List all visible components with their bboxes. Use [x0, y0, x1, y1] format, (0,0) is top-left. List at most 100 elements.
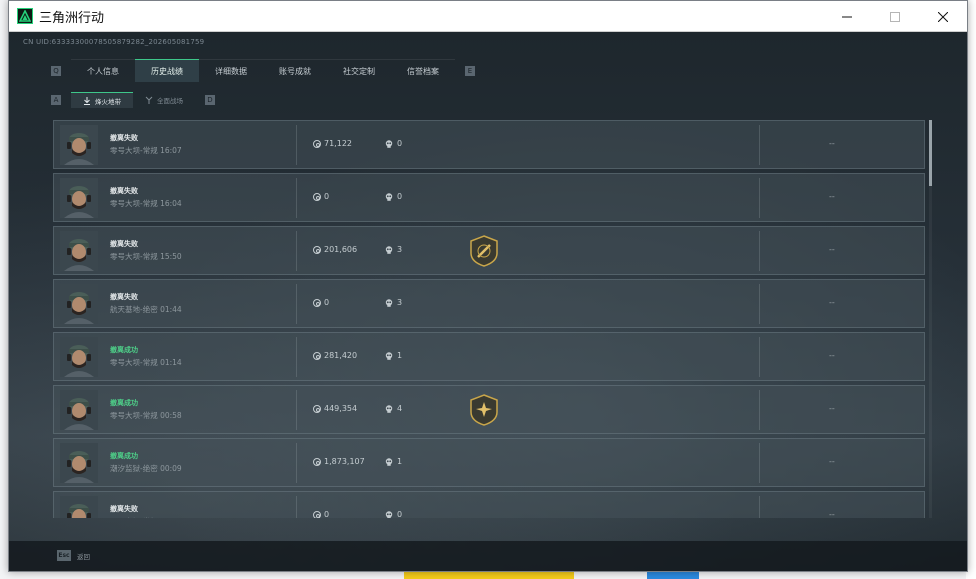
- skull-icon: [385, 404, 393, 413]
- match-kills: 0: [385, 139, 402, 148]
- value-text: 281,420: [324, 351, 358, 360]
- esc-key-hint[interactable]: Esc: [57, 550, 71, 561]
- tab-next-key[interactable]: E: [465, 65, 475, 76]
- match-map-time: 零号大坝-常规 00:58: [110, 411, 182, 420]
- uid-label: CN UID:633333000785058792​82_2026050817​…: [23, 38, 205, 46]
- kills-text: 1: [397, 457, 403, 466]
- slash-medal-icon: [469, 235, 499, 267]
- star-medal-icon: [469, 394, 499, 426]
- minimize-button[interactable]: [823, 1, 871, 32]
- close-icon: [938, 11, 948, 22]
- mode-tabs: A 烽火地带 全面战场 D: [51, 92, 215, 108]
- title-bar[interactable]: 三角洲行动: [9, 1, 967, 32]
- match-map-time: 航天基地-绝密 01:44: [110, 305, 182, 314]
- tab-personal-info[interactable]: 个人信息: [71, 59, 135, 82]
- match-outcome: 撤离成功: [110, 452, 138, 460]
- divider: [296, 390, 297, 430]
- match-map-time: 潮汐监狱-绝密 00:09: [110, 464, 182, 473]
- warfare-mode-icon: [145, 96, 153, 104]
- coin-icon: [313, 192, 321, 201]
- match-extra: --: [829, 510, 835, 518]
- tab-achievements[interactable]: 账号成就: [263, 59, 327, 82]
- match-row[interactable]: 撤离失败 航天基地-绝密 01:44 0 3 --: [53, 279, 925, 328]
- coin-icon: [313, 457, 321, 466]
- extraction-mode-icon: [84, 96, 90, 105]
- skull-icon: [385, 298, 393, 307]
- match-map-time: 零号大坝-常规 16:04: [110, 199, 182, 208]
- match-value: 449,354: [313, 404, 357, 413]
- divider: [296, 284, 297, 324]
- main-content: CN UID:633333000785058792​82_2026050817​…: [9, 32, 967, 571]
- match-value: 201,606: [313, 245, 357, 254]
- operator-avatar: [60, 337, 98, 377]
- operator-avatar: [60, 284, 98, 324]
- divider: [759, 231, 760, 271]
- value-text: 0: [324, 192, 330, 201]
- kills-text: 0: [397, 139, 403, 148]
- kills-text: 3: [397, 298, 403, 307]
- window-title: 三角洲行动: [39, 10, 105, 26]
- match-outcome: 撤离失败: [110, 505, 138, 513]
- match-row[interactable]: 撤离成功 潮汐监狱-绝密 00:09 1,873,107 1 --: [53, 438, 925, 487]
- match-extra: --: [829, 298, 835, 307]
- match-row[interactable]: 撤离成功 零号大坝-常规 01:14 281,420 1 --: [53, 332, 925, 381]
- tab-detailed-data[interactable]: 详细数据: [199, 59, 263, 82]
- kills-text: 1: [397, 351, 403, 360]
- kills-text: 0: [397, 510, 403, 518]
- divider: [759, 125, 760, 165]
- footer-bar: Esc 返回: [9, 541, 967, 571]
- divider: [296, 125, 297, 165]
- divider: [759, 496, 760, 518]
- match-outcome: 撤离失败: [110, 293, 138, 301]
- match-list[interactable]: 撤离失败 零号大坝-常规 16:07 71,122 0 -- 撤离失败 零号大坝…: [53, 120, 925, 518]
- coin-icon: [313, 510, 321, 518]
- subtab-extraction[interactable]: 烽火地带: [71, 92, 133, 108]
- divider: [759, 390, 760, 430]
- scroll-thumb[interactable]: [929, 120, 932, 186]
- app-logo-icon: [17, 8, 33, 24]
- match-row[interactable]: 撤离失败 零号大坝-常规 16:04 0 0 --: [53, 173, 925, 222]
- scrollbar[interactable]: [929, 120, 932, 518]
- tab-reputation[interactable]: 信誉档案: [391, 59, 455, 82]
- subtab-warfare[interactable]: 全面战场: [133, 92, 195, 108]
- operator-avatar: [60, 443, 98, 483]
- subtab-prev-key[interactable]: A: [51, 95, 61, 105]
- divider: [296, 496, 297, 518]
- value-text: 71,122: [324, 139, 352, 148]
- value-text: 201,606: [324, 245, 358, 254]
- match-extra: --: [829, 404, 835, 413]
- match-outcome: 撤离成功: [110, 346, 138, 354]
- back-label[interactable]: 返回: [77, 551, 90, 561]
- skull-icon: [385, 457, 393, 466]
- tab-match-history[interactable]: 历史战绩: [135, 59, 199, 82]
- match-row[interactable]: 撤离失败 零号大坝-常规 16:07 71,122 0 --: [53, 120, 925, 169]
- skull-icon: [385, 351, 393, 360]
- divider: [759, 178, 760, 218]
- match-map-time: 零号大坝-常规 15:50: [110, 252, 182, 261]
- match-outcome: 撤离失败: [110, 187, 138, 195]
- match-kills: 4: [385, 404, 402, 413]
- match-kills: 3: [385, 245, 402, 254]
- tab-social-custom[interactable]: 社交定制: [327, 59, 391, 82]
- value-text: 1,873,107: [324, 457, 365, 466]
- skull-icon: [385, 192, 393, 201]
- operator-avatar: [60, 496, 98, 518]
- match-value: 281,420: [313, 351, 357, 360]
- match-extra: --: [829, 457, 835, 466]
- close-button[interactable]: [919, 1, 967, 32]
- match-row[interactable]: 撤离失败 零号大坝-常规 15:50 201,606 3 --: [53, 226, 925, 275]
- match-map-time: 零号大坝-常规 16:07: [110, 146, 182, 155]
- subtab-label: 全面战场: [157, 97, 183, 105]
- match-kills: 0: [385, 510, 402, 518]
- match-row[interactable]: 撤离失败 零号大坝-常规 00:00 0 0 --: [53, 491, 925, 518]
- coin-icon: [313, 298, 321, 307]
- divider: [296, 178, 297, 218]
- tab-prev-key[interactable]: Q: [51, 65, 61, 76]
- match-row[interactable]: 撤离成功 零号大坝-常规 00:58 449,354 4 --: [53, 385, 925, 434]
- match-outcome: 撤离失败: [110, 134, 138, 142]
- divider: [296, 231, 297, 271]
- subtab-next-key[interactable]: D: [205, 95, 215, 105]
- value-text: 0: [324, 298, 330, 307]
- divider: [296, 337, 297, 377]
- maximize-button[interactable]: [871, 1, 919, 32]
